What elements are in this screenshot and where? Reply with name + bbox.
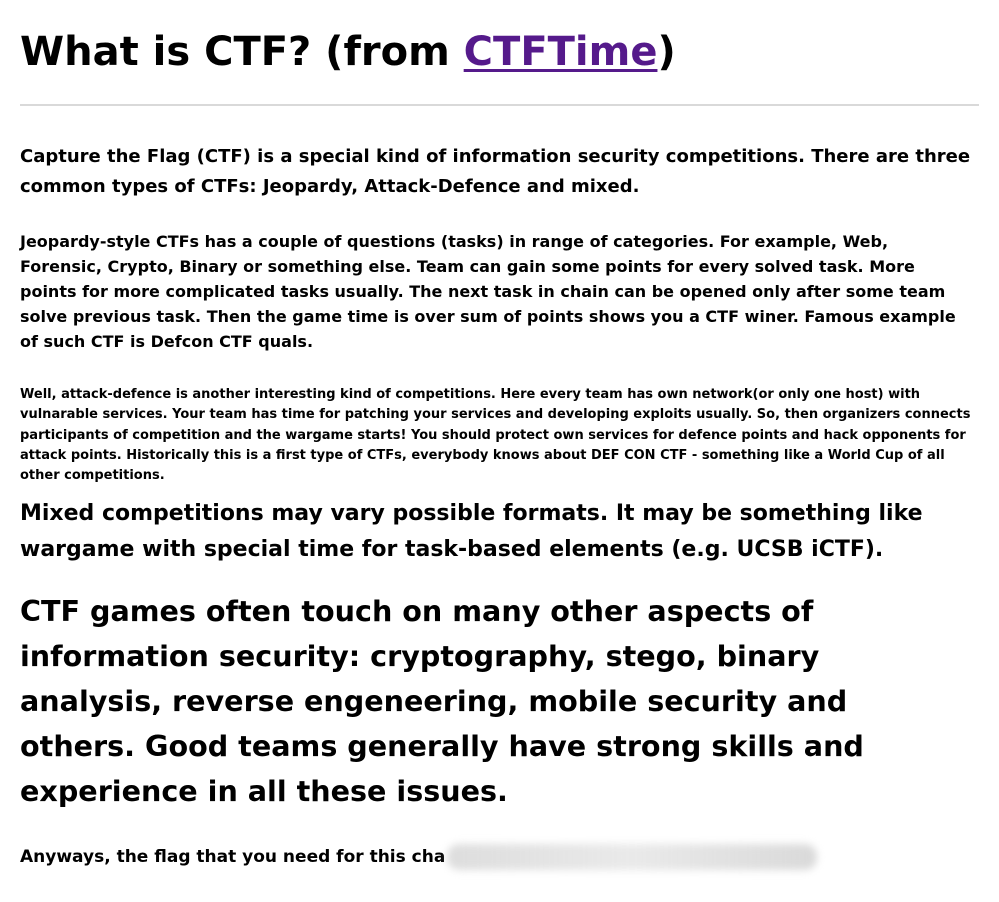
page-title-text: What is CTF? (from xyxy=(20,29,464,75)
jeopardy-paragraph: Jeopardy-style CTFs has a couple of ques… xyxy=(20,232,956,351)
intro-paragraph: Capture the Flag (CTF) is a special kind… xyxy=(20,146,971,197)
aspects-paragraph: CTF games often touch on many other aspe… xyxy=(20,594,864,808)
divider xyxy=(20,104,979,106)
page-title-suffix: ) xyxy=(657,29,676,75)
redacted-flag xyxy=(447,844,818,870)
flag-text: Anyways, the flag that you need for this… xyxy=(20,847,446,867)
page: What is CTF? (from CTFTime) Capture the … xyxy=(0,0,999,902)
mixed-paragraph: Mixed competitions may vary possible for… xyxy=(20,501,923,562)
page-title: What is CTF? (from CTFTime) xyxy=(20,27,676,77)
flag-paragraph: Anyways, the flag that you need for this… xyxy=(20,843,975,871)
ctftime-link[interactable]: CTFTime xyxy=(464,29,658,75)
attack-defence-paragraph: Well, attack-defence is another interest… xyxy=(20,387,971,484)
